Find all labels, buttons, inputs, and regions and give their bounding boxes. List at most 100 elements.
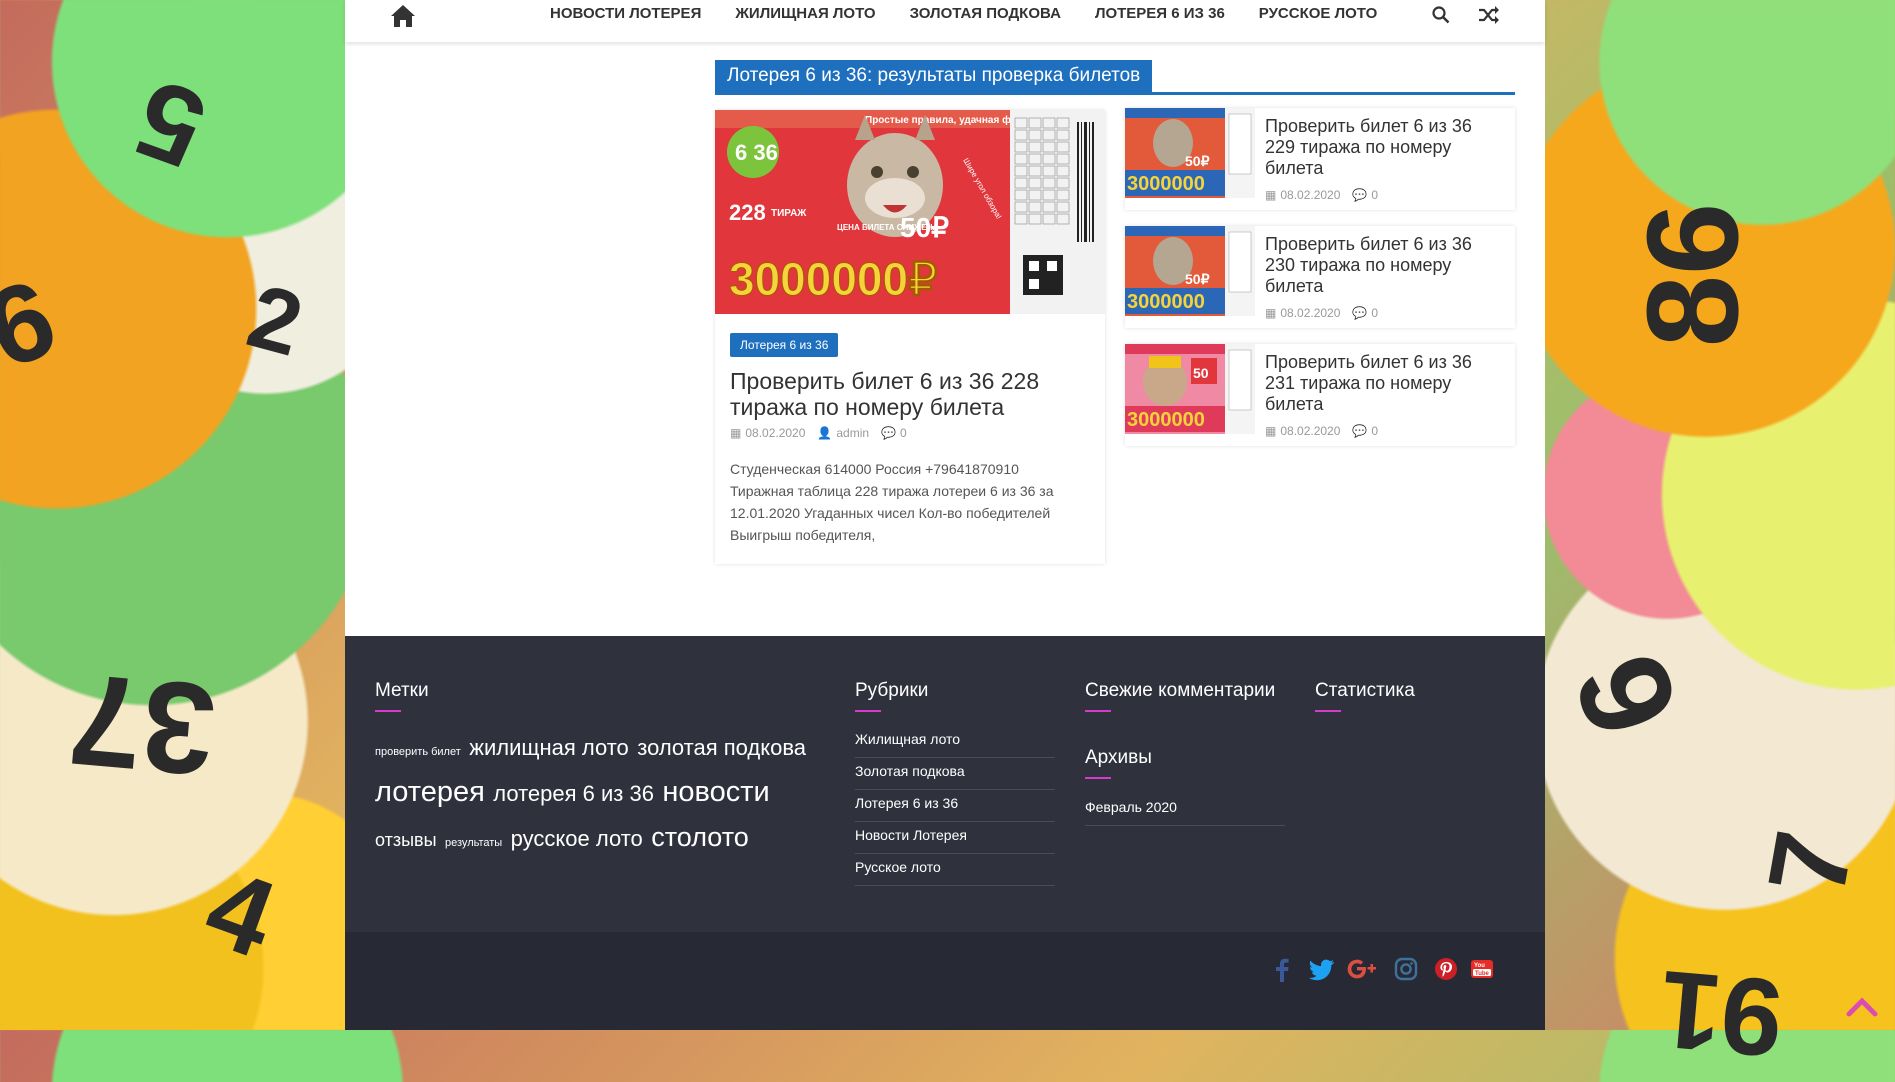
nav-menu: НОВОСТИ ЛОТЕРЕЯ ЖИЛИЩНАЯ ЛОТО ЗОЛОТАЯ ПО… (533, 0, 1394, 28)
thumb-jackpot: 3000000 (1127, 409, 1205, 431)
tag-link[interactable]: новости (662, 776, 769, 808)
tag-link[interactable]: жилищная лото (469, 735, 629, 760)
search-icon[interactable] (1432, 6, 1450, 24)
category-badge[interactable]: Лотерея 6 из 36 (730, 333, 839, 357)
footer-bottom-bar: You Tube (345, 932, 1545, 1030)
tag-link[interactable]: золотая подкова (637, 735, 806, 760)
category-list: Жилищная лото Золотая подкова Лотерея 6 … (855, 726, 1055, 886)
comment-icon: 💬 (1352, 188, 1368, 202)
thumb-price: 50₽ (1185, 153, 1210, 169)
tag-link[interactable]: лотерея (375, 776, 485, 808)
side-post-meta: ▦ 08.02.2020 💬 0 (1265, 306, 1378, 320)
ball-number: 7 (1744, 822, 1877, 905)
post-date[interactable]: 08.02.2020 (1280, 306, 1340, 320)
widget-title-categories: Рубрики (855, 680, 929, 712)
pinterest-icon[interactable] (1433, 956, 1459, 982)
google-plus-icon[interactable] (1347, 956, 1379, 982)
ball-number: 4 (190, 845, 291, 982)
category-link[interactable]: Новости Лотерея (855, 822, 1055, 854)
category-link[interactable]: Жилищная лото (855, 726, 1055, 758)
calendar-icon: ▦ (1265, 188, 1277, 202)
comment-icon: 💬 (1352, 306, 1368, 320)
side-post-thumbnail[interactable]: 50₽ 3000000 (1125, 226, 1255, 316)
side-post-meta: ▦ 08.02.2020 💬 0 (1265, 188, 1378, 202)
ticket-jackpot: 3000000₽ (729, 253, 937, 305)
section-title[interactable]: Лотерея 6 из 36: результаты проверка бил… (715, 60, 1153, 92)
tag-link[interactable]: результаты (445, 837, 502, 849)
post-date[interactable]: 08.02.2020 (1280, 424, 1340, 438)
tag-link[interactable]: лотерея 6 из 36 (493, 781, 654, 806)
tag-link[interactable]: столото (651, 822, 749, 852)
ticket-logo: 6 36 (735, 140, 778, 165)
comment-icon: 💬 (881, 426, 896, 440)
archive-link[interactable]: Февраль 2020 (1085, 794, 1285, 826)
tag-link[interactable]: русское лото (511, 826, 643, 851)
twitter-icon[interactable] (1309, 956, 1335, 982)
main-navigation: НОВОСТИ ЛОТЕРЕЯ ЖИЛИЩНАЯ ЛОТО ЗОЛОТАЯ ПО… (345, 0, 1545, 42)
ticket-image[interactable]: Простые правила, удачная формула! 6 36 2… (715, 110, 1105, 314)
post-author[interactable]: admin (836, 426, 869, 440)
home-icon[interactable] (390, 4, 416, 28)
youtube-icon[interactable]: You Tube (1469, 956, 1495, 982)
section-header: Лотерея 6 из 36: результаты проверка бил… (715, 60, 1515, 95)
nav-item-golden-horseshoe[interactable]: ЗОЛОТАЯ ПОДКОВА (893, 0, 1078, 28)
comment-icon: 💬 (1352, 424, 1368, 438)
featured-post: Простые правила, удачная формула! 6 36 2… (715, 110, 1105, 564)
side-post-title[interactable]: Проверить билет 6 из 36 230 тиража по но… (1265, 234, 1505, 297)
tag-link[interactable]: проверить билет (375, 746, 461, 758)
widget-title-recent-comments: Свежие комментарии (1085, 680, 1276, 712)
ball-number: 37 (63, 645, 221, 805)
archive-list: Февраль 2020 (1085, 794, 1285, 826)
thumb-price: 50 (1193, 365, 1209, 381)
post-comments[interactable]: 0 (1371, 424, 1378, 438)
widget-title-statistics: Статистика (1315, 680, 1415, 712)
ball-number: 2 (238, 266, 313, 376)
tag-link[interactable]: отзывы (375, 830, 437, 850)
post-comments[interactable]: 0 (1371, 306, 1378, 320)
instagram-icon[interactable] (1393, 956, 1419, 982)
ticket-draw-label: ТИРАЖ (771, 208, 807, 219)
calendar-icon: ▦ (1265, 306, 1277, 320)
ball-number: 5 (120, 55, 221, 192)
side-post: 50 3000000 Проверить билет 6 из 36 231 т… (1125, 344, 1515, 446)
post-comments[interactable]: 0 (1371, 188, 1378, 202)
widget-title-archives: Архивы (1085, 747, 1152, 779)
featured-post-meta: ▦ 08.02.2020 👤 admin 💬 0 (730, 426, 907, 440)
nav-item-russian-lotto[interactable]: РУССКОЕ ЛОТО (1242, 0, 1394, 28)
featured-post-excerpt: Студенческая 614000 Россия +79641870910 … (730, 461, 1054, 543)
ball-number: 6 (1545, 636, 1708, 754)
category-link[interactable]: Лотерея 6 из 36 (855, 790, 1055, 822)
scroll-to-top-icon[interactable] (1845, 990, 1879, 1024)
post-date[interactable]: 08.02.2020 (1280, 188, 1340, 202)
ball-number: 91 (1654, 946, 1788, 1081)
post-date[interactable]: 08.02.2020 (745, 426, 805, 440)
page-container: НОВОСТИ ЛОТЕРЕЯ ЖИЛИЩНАЯ ЛОТО ЗОЛОТАЯ ПО… (345, 0, 1545, 1030)
nav-item-housing-lotto[interactable]: ЖИЛИЩНАЯ ЛОТО (718, 0, 892, 28)
post-comments[interactable]: 0 (900, 426, 907, 440)
tag-cloud: проверить билет жилищная лото золотая по… (375, 728, 835, 863)
side-post: 50₽ 3000000 Проверить билет 6 из 36 229 … (1125, 108, 1515, 210)
ticket-draw-number: 228 (729, 200, 766, 225)
side-post-thumbnail[interactable]: 50 3000000 (1125, 344, 1255, 434)
facebook-icon[interactable] (1269, 956, 1295, 982)
side-post-title[interactable]: Проверить билет 6 из 36 231 тиража по но… (1265, 352, 1505, 415)
category-link[interactable]: Золотая подкова (855, 758, 1055, 790)
nav-item-news[interactable]: НОВОСТИ ЛОТЕРЕЯ (533, 0, 718, 28)
calendar-icon: ▦ (1265, 424, 1277, 438)
side-post-meta: ▦ 08.02.2020 💬 0 (1265, 424, 1378, 438)
ticket-price: 50₽ (900, 212, 949, 243)
featured-post-title[interactable]: Проверить билет 6 из 36 228 тиража по но… (730, 368, 1090, 420)
svg-text:Tube: Tube (1475, 971, 1490, 977)
footer: Метки проверить билет жилищная лото золо… (345, 636, 1545, 932)
side-post-thumbnail[interactable]: 50₽ 3000000 (1125, 108, 1255, 198)
side-post-title[interactable]: Проверить билет 6 из 36 229 тиража по но… (1265, 116, 1505, 179)
side-post: 50₽ 3000000 Проверить билет 6 из 36 230 … (1125, 226, 1515, 328)
category-link[interactable]: Русское лото (855, 854, 1055, 886)
nav-item-6-of-36[interactable]: ЛОТЕРЕЯ 6 ИЗ 36 (1078, 0, 1242, 28)
widget-title-tags: Метки (375, 680, 429, 712)
thumb-jackpot: 3000000 (1127, 291, 1205, 313)
ball-number: 9 (0, 255, 71, 392)
random-post-icon[interactable] (1478, 5, 1500, 25)
ball-number: 86 (1619, 202, 1766, 348)
svg-text:You: You (1474, 963, 1485, 969)
